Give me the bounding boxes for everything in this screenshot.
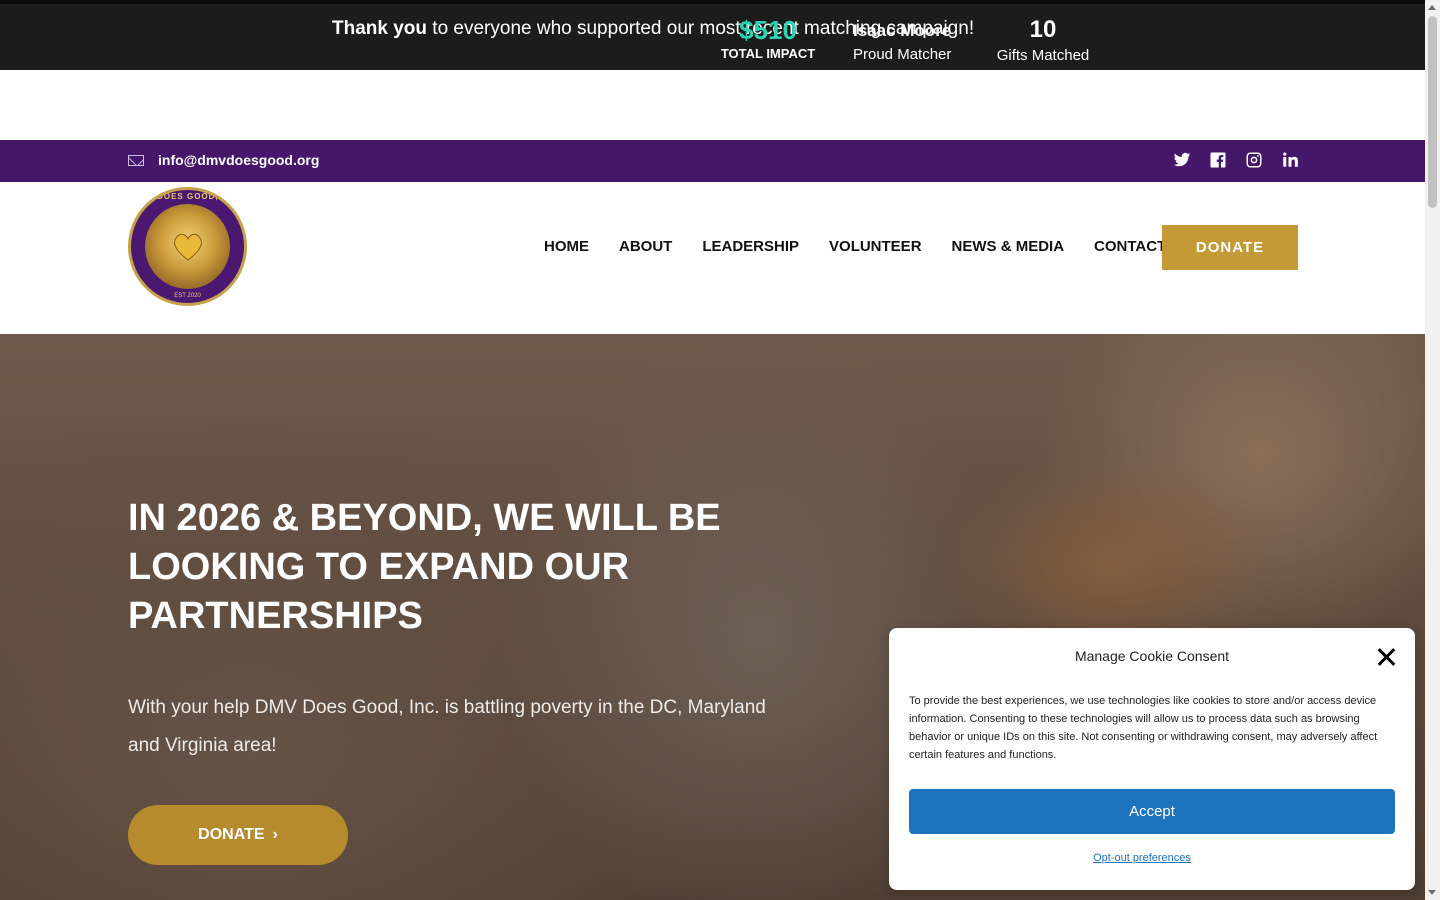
hero-title: In 2026 & beyond, we will be looking to … <box>128 497 721 637</box>
gifts-matched-label: Gifts Matched <box>996 47 1090 64</box>
nav-volunteer[interactable]: VOLUNTEER <box>829 238 922 255</box>
logo-text: DMV DOES GOOD, INC. <box>133 192 242 201</box>
main-nav: HOME ABOUT LEADERSHIP VOLUNTEER NEWS & M… <box>544 238 1166 255</box>
nav-leadership[interactable]: LEADERSHIP <box>702 238 799 255</box>
twitter-icon[interactable] <box>1173 151 1191 169</box>
contact-topbar: info@dmvdoesgood.org <box>0 140 1425 182</box>
gifts-matched-value: 10 <box>1029 16 1057 43</box>
hero-content: In 2026 & beyond, we will be looking to … <box>128 494 768 865</box>
chevron-right-icon: › <box>272 826 278 843</box>
total-impact-label: TOTAL IMPACT <box>720 46 816 61</box>
linkedin-icon[interactable] <box>1281 151 1299 169</box>
proud-matcher-stat: Isaac Moore Proud Matcher <box>853 20 951 63</box>
cookie-description: To provide the best experiences, we use … <box>909 695 1378 761</box>
nav-contact[interactable]: CONTACT <box>1094 238 1166 255</box>
hero-donate-label: DONATE <box>198 826 265 843</box>
logo-est: EST 2020 <box>174 293 201 299</box>
hero-donate-button[interactable]: DONATE › <box>128 805 348 865</box>
nav-news-media[interactable]: NEWS & MEDIA <box>952 238 1065 255</box>
matcher-label: Proud Matcher <box>853 46 952 63</box>
total-impact-value: $510 <box>739 15 797 45</box>
logo-emblem <box>145 204 230 289</box>
matching-campaign-banner: Thank you to everyone who supported our … <box>0 0 1425 70</box>
heart-icon <box>174 233 202 261</box>
opt-out-preferences-link[interactable]: Opt-out preferences <box>889 852 1395 864</box>
social-links <box>1173 151 1299 169</box>
cookie-consent-dialog: Manage Cookie Consent To provide the bes… <box>889 628 1415 890</box>
instagram-icon[interactable] <box>1245 151 1263 169</box>
matcher-name: Isaac Moore <box>853 21 952 40</box>
page-scrollbar[interactable] <box>1425 0 1440 900</box>
gifts-matched-stat: 10 Gifts Matched <box>990 16 1096 64</box>
nav-home[interactable]: HOME <box>544 238 589 255</box>
scroll-down-arrow-icon[interactable] <box>1428 890 1436 895</box>
email-text: info@dmvdoesgood.org <box>158 152 320 168</box>
scroll-up-arrow-icon[interactable] <box>1428 5 1436 10</box>
thanks-bold: Thank you <box>332 18 428 39</box>
cookie-title: Manage Cookie Consent <box>1074 648 1230 664</box>
site-header: DMV DOES GOOD, INC. EST 2020 HOME ABOUT … <box>0 182 1425 334</box>
close-icon[interactable] <box>1377 648 1395 666</box>
scrollbar-thumb[interactable] <box>1428 16 1437 208</box>
hero-subtitle: With your help DMV Does Good, Inc. is ba… <box>128 697 766 756</box>
site-logo[interactable]: DMV DOES GOOD, INC. EST 2020 <box>128 187 247 306</box>
header-donate-button[interactable]: DONATE <box>1162 225 1298 270</box>
total-impact-stat: $510 TOTAL IMPACT <box>712 16 824 61</box>
nav-about[interactable]: ABOUT <box>619 238 672 255</box>
mail-icon <box>128 154 144 166</box>
facebook-icon[interactable] <box>1209 151 1227 169</box>
accept-button[interactable]: Accept <box>909 789 1395 834</box>
email-link[interactable]: info@dmvdoesgood.org <box>128 152 319 168</box>
